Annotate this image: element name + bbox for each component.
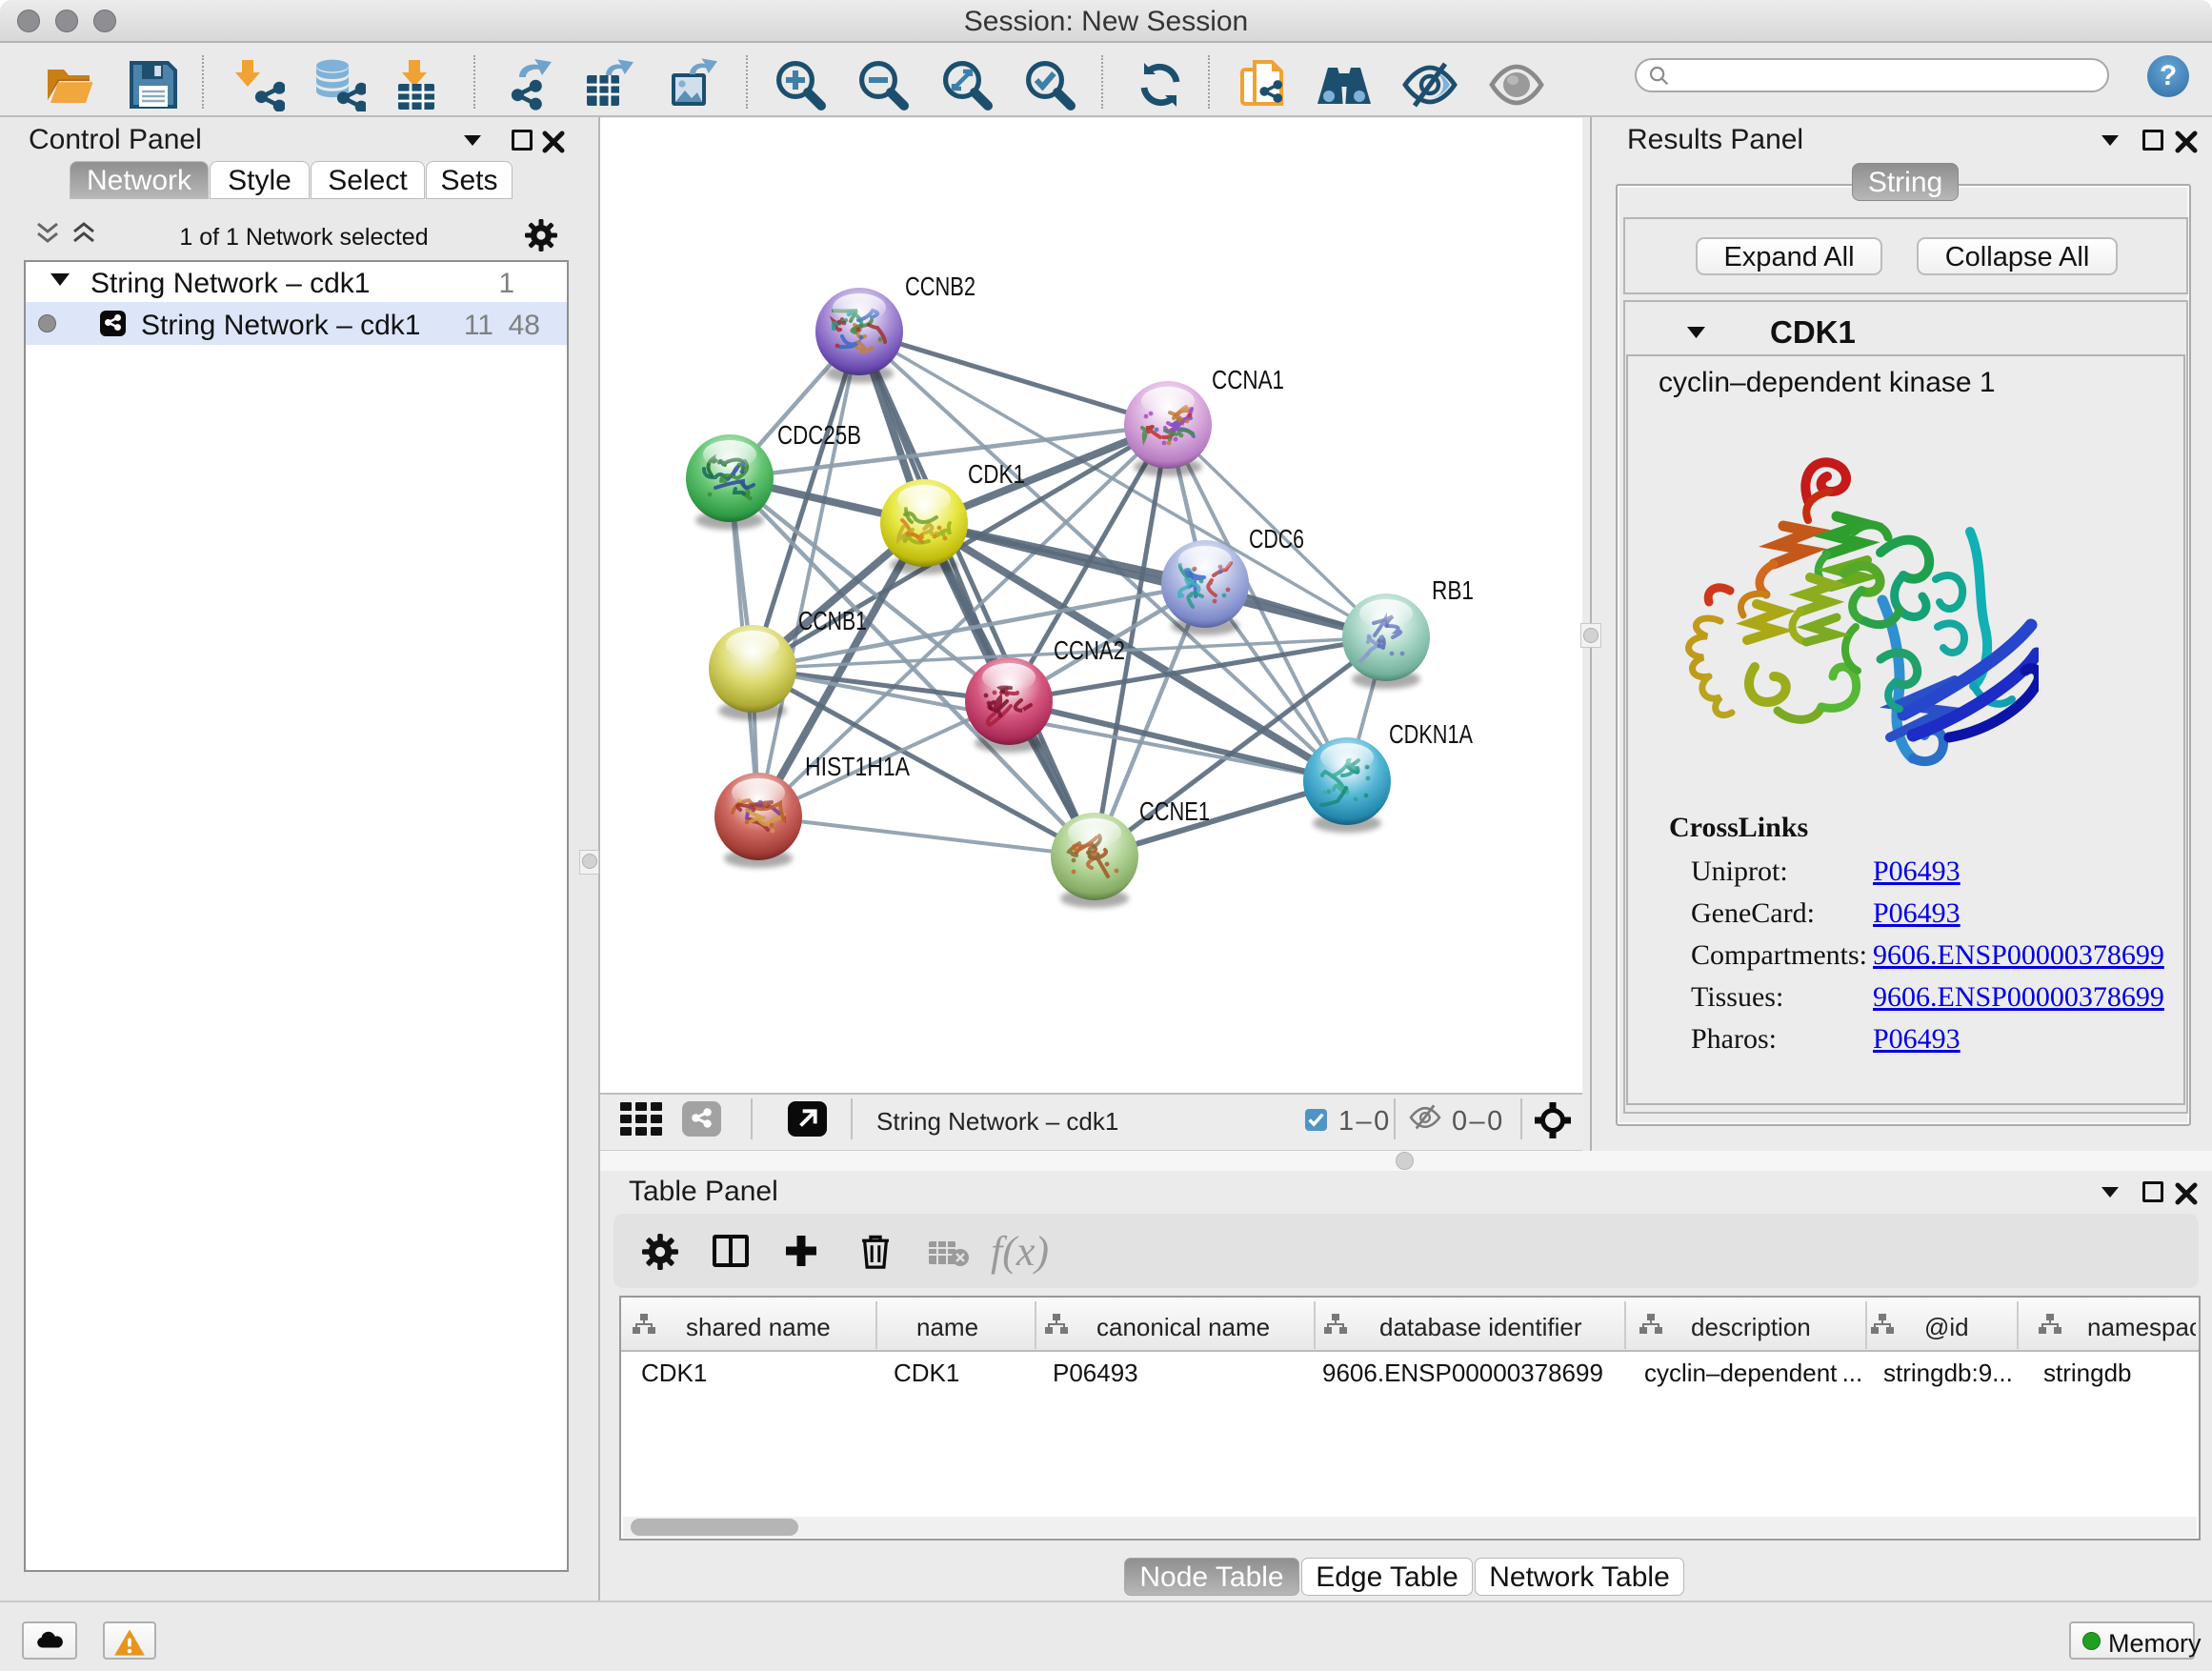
svg-text:CDKN1A: CDKN1A (1389, 719, 1473, 749)
svg-text:CCNE1: CCNE1 (1139, 796, 1210, 826)
svg-text:HIST1H1A: HIST1H1A (805, 752, 910, 781)
svg-text:CCNA1: CCNA1 (1212, 365, 1284, 394)
svg-text:CCNA2: CCNA2 (1054, 635, 1125, 665)
svg-text:CCNB2: CCNB2 (905, 272, 975, 301)
svg-text:CDC6: CDC6 (1249, 524, 1304, 554)
svg-text:RB1: RB1 (1432, 575, 1474, 605)
svg-text:CDC25B: CDC25B (777, 420, 861, 450)
svg-text:CDK1: CDK1 (968, 459, 1025, 489)
svg-text:CCNB1: CCNB1 (798, 606, 867, 635)
